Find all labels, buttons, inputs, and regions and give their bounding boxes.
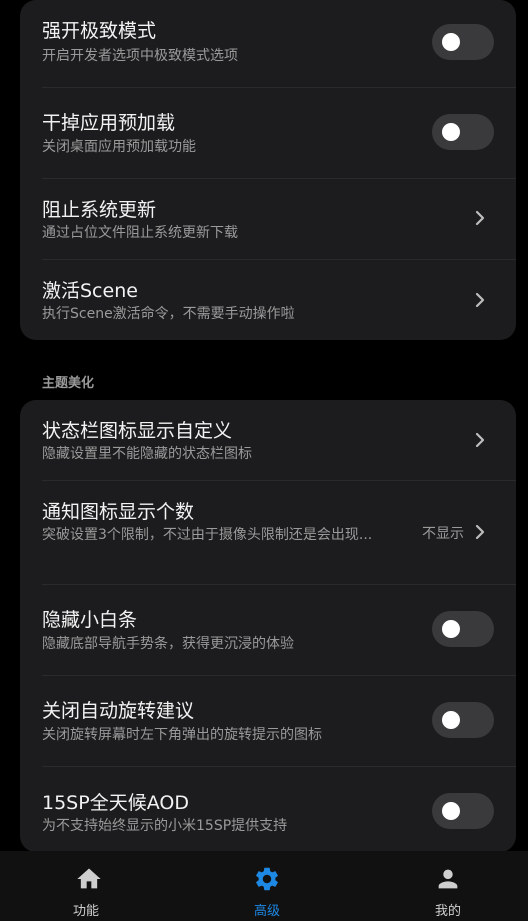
- setting-title: 阻止系统更新: [42, 199, 157, 221]
- toggle-knob: [442, 123, 460, 141]
- chevron-right-icon: [475, 210, 485, 226]
- setting-subtitle: 关闭桌面应用预加载功能: [42, 139, 196, 155]
- gear-icon: [256, 867, 278, 891]
- setting-subtitle: 突破设置3个限制，不过由于摄像头限制还是会出现...: [42, 527, 373, 543]
- setting-row-app-preload[interactable]: 干掉应用预加载 关闭桌面应用预加载功能: [20, 88, 516, 178]
- setting-subtitle: 开启开发者选项中极致模式选项: [42, 48, 238, 64]
- tab-label: 功能: [72, 904, 99, 919]
- section-label-theme: 主题美化: [42, 376, 95, 391]
- toggle-knob: [442, 620, 460, 638]
- bottom-navigation: 功能 高级 我的: [0, 851, 528, 921]
- chevron-right-icon: [475, 292, 485, 308]
- setting-title: 15SP全天候AOD: [42, 792, 189, 814]
- setting-title: 通知图标显示个数: [42, 501, 195, 523]
- toggle-knob: [442, 711, 460, 729]
- toggle-knob: [442, 33, 460, 51]
- app-preload-toggle[interactable]: [432, 114, 494, 150]
- chevron-right-icon: [475, 432, 485, 448]
- setting-row-block-system-update[interactable]: 阻止系统更新 通过占位文件阻止系统更新下载: [20, 178, 516, 260]
- hide-gesture-bar-toggle[interactable]: [432, 611, 494, 647]
- setting-title: 关闭自动旋转建议: [42, 700, 195, 722]
- setting-subtitle: 执行Scene激活命令，不需要手动操作啦: [42, 306, 295, 322]
- aod-toggle[interactable]: [432, 793, 494, 829]
- theme-settings-card: 状态栏图标显示自定义 隐藏设置里不能隐藏的状态栏图标 通知图标显示个数 突破设置…: [20, 400, 516, 851]
- performance-settings-card: 强开极致模式 开启开发者选项中极致模式选项 干掉应用预加载 关闭桌面应用预加载功…: [20, 0, 516, 340]
- settings-scroll-area[interactable]: 强开极致模式 开启开发者选项中极致模式选项 干掉应用预加载 关闭桌面应用预加载功…: [0, 0, 528, 851]
- setting-row-extreme-mode[interactable]: 强开极致模式 开启开发者选项中极致模式选项: [20, 0, 516, 88]
- setting-value: 不显示: [422, 526, 464, 542]
- tab-mine[interactable]: 我的: [352, 851, 528, 921]
- tab-label: 高级: [253, 904, 280, 919]
- setting-row-activate-scene[interactable]: 激活Scene 执行Scene激活命令，不需要手动操作啦: [20, 260, 516, 340]
- rotation-suggestion-toggle[interactable]: [432, 702, 494, 738]
- extreme-mode-toggle[interactable]: [432, 24, 494, 60]
- toggle-knob: [442, 802, 460, 820]
- setting-title: 强开极致模式: [42, 20, 157, 42]
- setting-title: 激活Scene: [42, 280, 138, 302]
- tab-label: 我的: [434, 904, 461, 919]
- chevron-right-icon: [475, 524, 485, 540]
- setting-row-rotation-suggestion[interactable]: 关闭自动旋转建议 关闭旋转屏幕时左下角弹出的旋转提示的图标: [20, 676, 516, 766]
- home-icon: [77, 868, 101, 889]
- setting-subtitle: 隐藏底部导航手势条，获得更沉浸的体验: [42, 636, 294, 652]
- setting-subtitle: 关闭旋转屏幕时左下角弹出的旋转提示的图标: [42, 727, 322, 743]
- setting-row-notification-icon-count[interactable]: 通知图标显示个数 突破设置3个限制，不过由于摄像头限制还是会出现... 不显示: [20, 481, 516, 584]
- setting-row-statusbar-icons[interactable]: 状态栏图标显示自定义 隐藏设置里不能隐藏的状态栏图标: [20, 400, 516, 480]
- setting-subtitle: 为不支持始终显示的小米15SP提供支持: [42, 818, 288, 834]
- setting-title: 干掉应用预加载: [42, 112, 176, 134]
- setting-title: 隐藏小白条: [42, 609, 138, 631]
- setting-row-aod[interactable]: 15SP全天候AOD 为不支持始终显示的小米15SP提供支持: [20, 767, 516, 851]
- setting-row-hide-gesture-bar[interactable]: 隐藏小白条 隐藏底部导航手势条，获得更沉浸的体验: [20, 585, 516, 675]
- setting-subtitle: 隐藏设置里不能隐藏的状态栏图标: [42, 446, 252, 462]
- setting-subtitle: 通过占位文件阻止系统更新下载: [42, 225, 238, 241]
- tab-advanced[interactable]: 高级: [176, 851, 352, 921]
- setting-title: 状态栏图标显示自定义: [42, 420, 233, 442]
- person-icon: [438, 869, 458, 889]
- tab-functions[interactable]: 功能: [0, 851, 176, 921]
